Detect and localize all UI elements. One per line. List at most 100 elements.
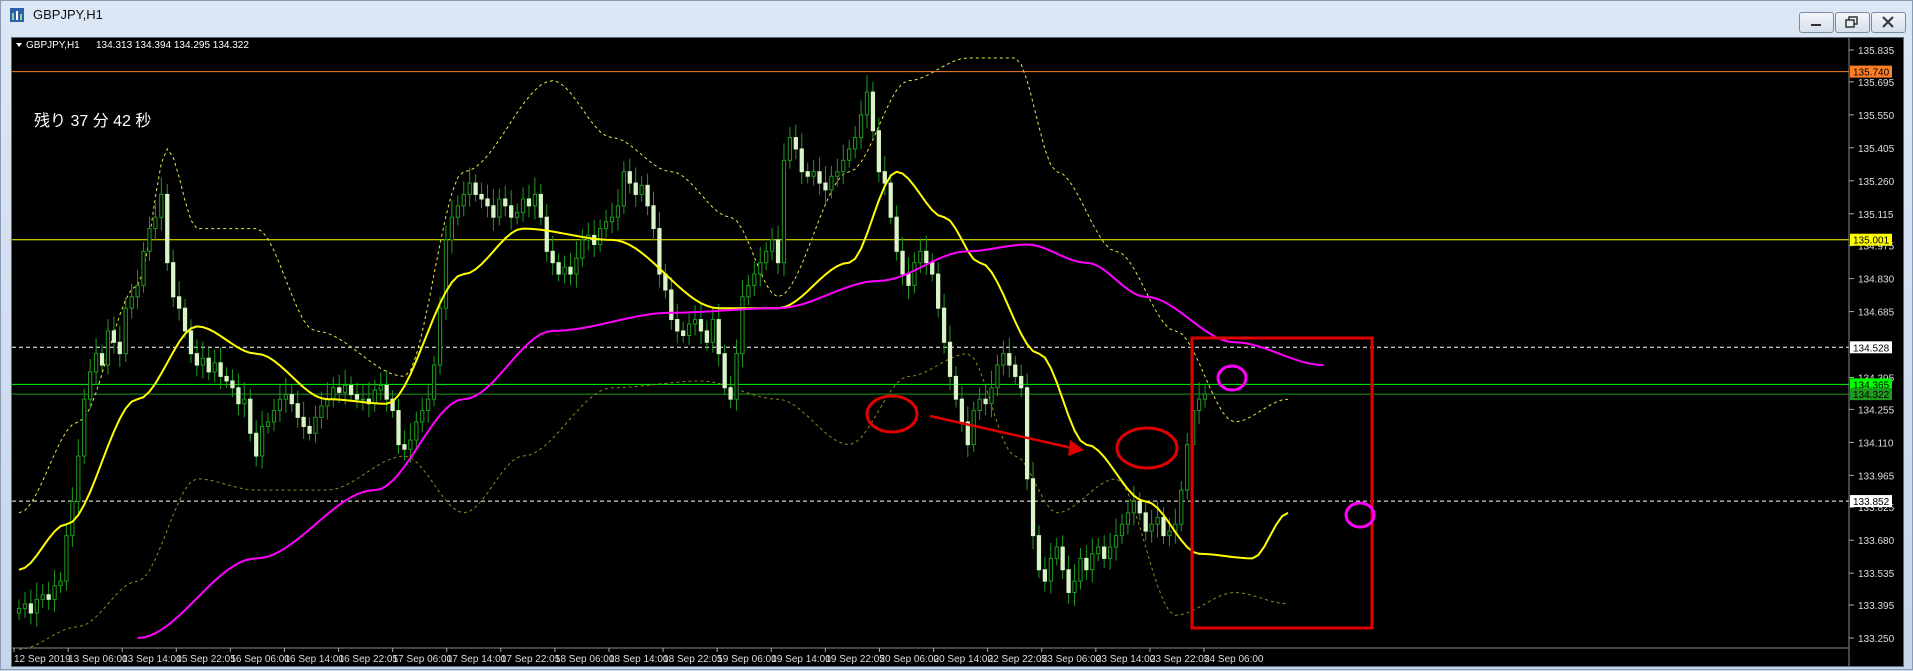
candle-body[interactable] [52,585,57,600]
candle-body[interactable] [936,273,941,309]
candle-body[interactable] [734,353,739,400]
candle-body[interactable] [598,228,603,245]
candle-body[interactable] [1202,393,1208,400]
candle-body[interactable] [681,330,686,336]
minimize-button[interactable] [1799,12,1834,33]
candle-body[interactable] [236,387,241,405]
candle-body[interactable] [194,353,200,366]
candle-body[interactable] [408,439,413,450]
candle-body[interactable] [378,385,383,391]
candle-body[interactable] [633,182,638,195]
candle-body[interactable] [1001,353,1006,366]
candle-body[interactable] [1179,489,1184,525]
candle-body[interactable] [1119,523,1125,537]
candle-body[interactable] [76,455,81,503]
candle-body[interactable] [615,205,621,218]
candle-body[interactable] [159,193,164,218]
candle-body[interactable] [437,307,443,366]
candle-body[interactable] [1131,501,1136,514]
candle-body[interactable] [1149,523,1154,532]
candle-body[interactable] [989,387,994,405]
candle-body[interactable] [491,205,496,218]
restore-button[interactable] [1835,12,1870,33]
candle-body[interactable] [414,421,419,441]
candle-body[interactable] [271,410,277,423]
candle-body[interactable] [176,296,182,309]
candle-body[interactable] [129,296,134,309]
candle-body[interactable] [1185,444,1190,491]
candle-body[interactable] [1066,569,1071,594]
candle-body[interactable] [461,193,466,207]
candle-body[interactable] [479,193,484,200]
candle-body[interactable] [337,387,342,393]
candle-body[interactable] [959,398,965,423]
candle-body[interactable] [645,184,650,207]
candle-body[interactable] [811,171,816,177]
candle-body[interactable] [1048,557,1053,582]
candle-body[interactable] [307,425,312,434]
candle-body[interactable] [212,362,217,373]
candle-body[interactable] [758,262,763,275]
candle-body[interactable] [449,216,455,241]
candle-body[interactable] [805,171,810,177]
candle-body[interactable] [248,398,253,434]
candle-body[interactable] [283,394,288,400]
candle-body[interactable] [1013,364,1018,377]
candle-body[interactable] [740,296,745,355]
candle-body[interactable] [99,353,105,366]
candle-body[interactable] [580,239,585,259]
candle-body[interactable] [188,330,194,355]
candle-body[interactable] [295,403,300,418]
candle-body[interactable] [918,250,923,264]
candle-body[interactable] [514,212,520,218]
candle-body[interactable] [485,198,490,207]
candle-body[interactable] [686,323,692,336]
candle-body[interactable] [147,228,152,252]
candle-body[interactable] [1054,546,1059,559]
candle-body[interactable] [331,387,336,400]
candle-body[interactable] [503,198,508,207]
candle-body[interactable] [900,250,905,275]
candle-body[interactable] [764,250,769,264]
candle-body[interactable] [1102,546,1107,559]
candle-body[interactable] [28,603,33,614]
candle-body[interactable] [455,205,460,218]
candle-body[interactable] [1161,516,1166,537]
candle-body[interactable] [289,394,294,405]
candle-body[interactable] [372,389,377,405]
candle-body[interactable] [200,357,205,366]
candle-body[interactable] [841,159,846,173]
candle-body[interactable] [1107,546,1113,559]
candle-body[interactable] [165,193,170,264]
candle-body[interactable] [348,385,354,396]
candle-body[interactable] [639,184,644,195]
candle-body[interactable] [171,262,176,298]
candle-body[interactable] [70,501,75,537]
candle-body[interactable] [1078,557,1083,582]
candle-body[interactable] [467,182,472,195]
title-bar[interactable]: GBPJPY,H1 [1,1,1912,33]
candle-body[interactable] [882,171,887,184]
candle-body[interactable] [141,250,146,286]
candle-body[interactable] [1137,501,1142,514]
candle-body[interactable] [182,307,188,332]
candle-body[interactable] [722,353,727,389]
candle-body[interactable] [941,307,947,343]
candle-body[interactable] [313,416,318,434]
candle-body[interactable] [93,353,99,373]
candle-body[interactable] [135,284,140,298]
candle-body[interactable] [775,239,781,264]
candle-body[interactable] [117,341,122,355]
candle-body[interactable] [556,262,561,275]
candle-body[interactable] [971,410,976,446]
candle-body[interactable] [34,598,39,614]
candle-body[interactable] [396,410,401,446]
candle-body[interactable] [995,364,1000,389]
candle-body[interactable] [105,330,111,366]
candle-body[interactable] [574,257,579,275]
candle-body[interactable] [716,319,721,355]
candle-body[interactable] [710,319,715,343]
candle-body[interactable] [1113,535,1119,548]
candle-body[interactable] [947,341,953,377]
candle-body[interactable] [852,137,858,150]
